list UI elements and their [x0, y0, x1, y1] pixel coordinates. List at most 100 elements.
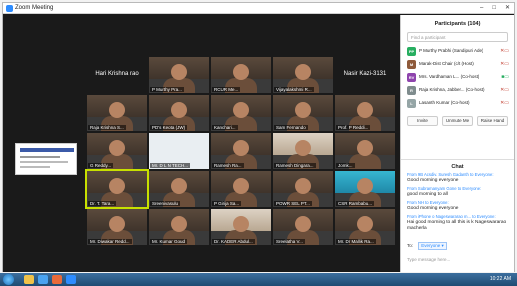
video-tile[interactable]: PD's Keota (JW): [149, 95, 209, 131]
participant-row[interactable]: PP P Murthy Prabhi (Sandipuri Ade) ✕▭: [401, 45, 514, 58]
unmute-me-button[interactable]: Unmute Me: [442, 116, 473, 126]
video-tile[interactable]: Sam Fernando: [273, 95, 333, 131]
participant-face: [109, 140, 125, 156]
participant-face: [109, 178, 125, 194]
chat-sender: From 9B Acsdiv. Suresh Gadanth to Everyo…: [407, 172, 494, 177]
shared-screen-thumbnail[interactable]: [15, 143, 77, 175]
chat-panel: Chat From 9B Acsdiv. Suresh Gadanth to E…: [401, 159, 514, 272]
video-tile[interactable]: Mr. Diwakar Redd...: [87, 209, 147, 245]
video-tile[interactable]: Dr. T. Tara...: [85, 169, 149, 209]
explorer-icon[interactable]: [24, 275, 34, 284]
video-tile[interactable]: POWR SEL PT...: [273, 171, 333, 207]
avatar: PP: [407, 47, 416, 56]
maximize-button[interactable]: □: [492, 4, 496, 13]
video-tile[interactable]: Kanchari...: [211, 95, 271, 131]
avatar: L: [407, 99, 416, 108]
minimize-button[interactable]: –: [480, 4, 483, 13]
window-title: Zoom Meeting: [15, 5, 54, 11]
video-tile[interactable]: Nasir Kazi-3131: [335, 57, 395, 93]
invite-button[interactable]: Invite: [407, 116, 438, 126]
participant-name: Mrs. Vardhaman L... (Co-host): [419, 74, 480, 79]
participant-search-input[interactable]: Find a participant: [407, 32, 508, 42]
tile-name-label: Mr. Kumar Goud: [150, 239, 188, 244]
video-tile[interactable]: Ramesh Ra...: [211, 133, 271, 169]
participant-face: [233, 64, 249, 80]
video-tile[interactable]: Dr. KADER Abdul...: [211, 209, 271, 245]
tile-name-label: Prof. P Reddi...: [336, 125, 371, 130]
participant-face: [171, 64, 187, 80]
tile-name-label: POWR SEL PT...: [274, 201, 312, 206]
tile-name-label: G Reddy...: [88, 163, 114, 168]
participant-name: Marak-Dist Chair (c/t (Host): [419, 61, 474, 66]
participant-face: [233, 178, 249, 194]
video-tile[interactable]: Raja Krishna S...: [87, 95, 147, 131]
avatar: RV: [407, 73, 416, 82]
participant-row[interactable]: R Raja Krishna, Jabber... (Co-host) ✕▭: [401, 84, 514, 97]
participant-face: [295, 140, 311, 156]
tile-name-label: Dr. KADER Abdul...: [212, 239, 255, 244]
tile-name-label: P Murthy Pra...: [150, 87, 184, 92]
close-button[interactable]: ✕: [505, 4, 510, 13]
chat-message: From Subramanyam Gone to Everyone: good …: [401, 184, 514, 198]
video-tile[interactable]: Hari Krishna rao: [87, 57, 147, 93]
video-tile[interactable]: Mr. Dr Mallik Ra...: [335, 209, 395, 245]
video-tile[interactable]: P Murthy Pra...: [149, 57, 209, 93]
media-icon[interactable]: [52, 275, 62, 284]
video-tile[interactable]: Jomk...: [335, 133, 395, 169]
video-gallery: Hari Krishna rao P Murthy Pra... RCUR Me..…: [85, 57, 395, 247]
video-on-icon: ■▭: [501, 74, 509, 80]
video-tile[interactable]: Mr. Kumar Goud: [149, 209, 209, 245]
participant-name: Lasanth Kumar (Co-host): [419, 100, 470, 105]
chat-recipient-select[interactable]: Everyone ▾: [418, 242, 447, 250]
tile-name-label: Mr. Dr Mallik Ra...: [336, 239, 376, 244]
title-bar: Zoom Meeting – □ ✕: [3, 3, 514, 14]
video-tile[interactable]: Sreelatha V...: [273, 209, 333, 245]
chat-text: Hai good morning to all this is k Nagesw…: [407, 220, 507, 231]
participant-face: [357, 140, 373, 156]
participant-actions: Invite Unmute Me Raise Hand: [407, 116, 508, 126]
tile-display-name: Nasir Kazi-3131: [343, 71, 387, 77]
windows-taskbar: 10:22 AM: [0, 273, 517, 286]
video-tile[interactable]: P Girija Sa...: [211, 171, 271, 207]
participant-row[interactable]: M Marak-Dist Chair (c/t (Host) ✕▭: [401, 58, 514, 71]
chat-sender: From iPhone o Nageswararao m... to Every…: [407, 214, 496, 219]
video-tile[interactable]: Prof. P Reddi...: [335, 95, 395, 131]
video-tile[interactable]: Mr. D L N TECH...: [149, 133, 209, 169]
mic-muted-icon: ✕▭: [500, 61, 509, 67]
start-button[interactable]: [3, 274, 14, 285]
video-tile[interactable]: Ramesh Dingara...: [273, 133, 333, 169]
video-tile[interactable]: G Reddy...: [87, 133, 147, 169]
participant-row[interactable]: RV Mrs. Vardhaman L... (Co-host) ■▭: [401, 71, 514, 84]
tile-name-label: Ramesh Dingara...: [274, 163, 316, 168]
raise-hand-button[interactable]: Raise Hand: [477, 116, 508, 126]
participant-face: [233, 140, 249, 156]
tile-name-label: Jomk...: [336, 163, 355, 168]
video-tile[interactable]: Vijayalakshmi R...: [273, 57, 333, 93]
tile-display-name: Hari Krishna rao: [95, 71, 139, 77]
video-tile[interactable]: CSR Rambabu...: [335, 171, 395, 207]
tile-name-label: Mr. D L N TECH...: [150, 163, 191, 168]
participant-face: [109, 102, 125, 118]
chat-message: From 9B Acsdiv. Suresh Gadanth to Everyo…: [401, 170, 514, 184]
participant-face: [171, 178, 187, 194]
avatar: R: [407, 86, 416, 95]
video-tile[interactable]: RCUR Me...: [211, 57, 271, 93]
chat-message-input[interactable]: Type message here...: [407, 257, 450, 262]
participant-face: [233, 102, 249, 118]
participant-face: [357, 178, 373, 194]
mic-muted-icon: ✕▭: [500, 87, 509, 93]
shared-screen-line: [20, 156, 60, 158]
shared-screen-banner: [20, 148, 74, 152]
browser-icon[interactable]: [38, 275, 48, 284]
tile-name-label: Ramesh Ra...: [212, 163, 244, 168]
participant-row[interactable]: L Lasanth Kumar (Co-host) ✕▭: [401, 97, 514, 110]
chat-message: From iPhone o Nageswararao m... to Every…: [401, 212, 514, 232]
tile-name-label: Dr. T. Tara...: [88, 201, 117, 206]
participant-face: [295, 216, 311, 232]
zoom-taskbar-icon[interactable]: [66, 275, 76, 284]
avatar: M: [407, 60, 416, 69]
participant-face: [295, 178, 311, 194]
shared-screen-line: [20, 161, 68, 163]
zoom-app-icon: [6, 5, 13, 12]
video-tile[interactable]: Sreenivasulu: [149, 171, 209, 207]
